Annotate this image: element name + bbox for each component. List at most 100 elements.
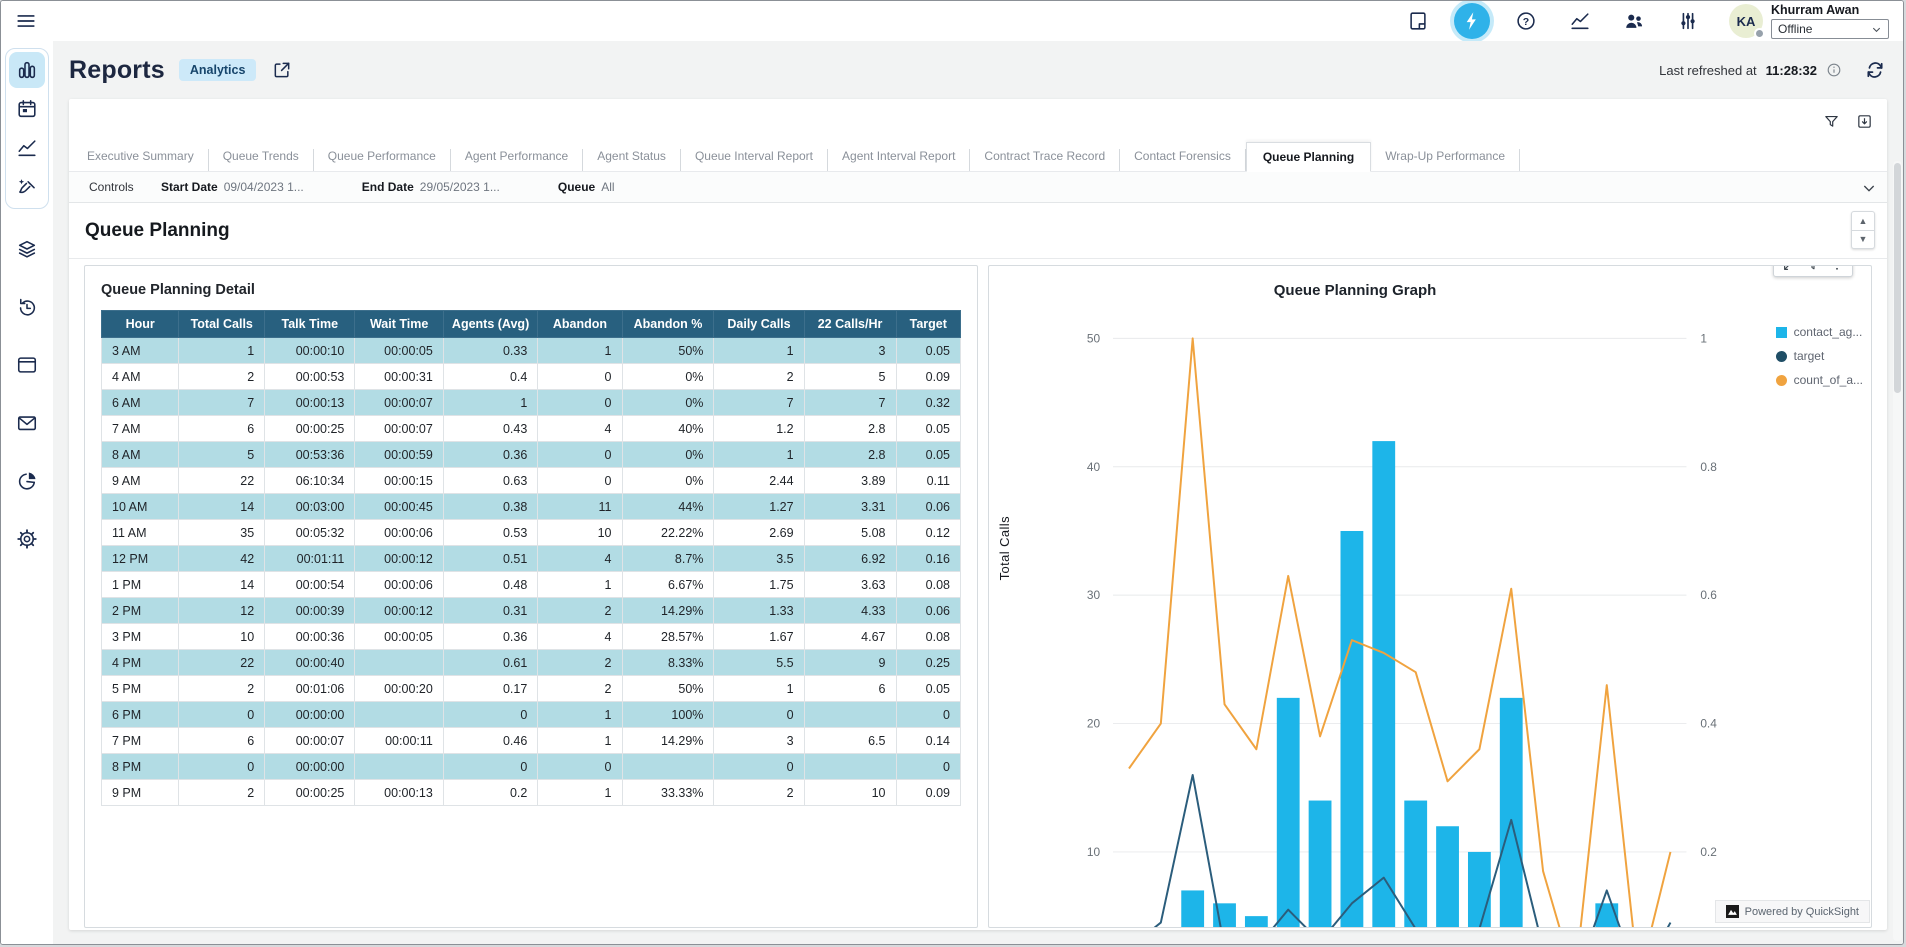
refresh-icon[interactable] (1865, 60, 1885, 80)
column-header-wait-time[interactable]: Wait Time (355, 311, 443, 338)
sidebar-item-metrics[interactable] (9, 130, 45, 166)
table-cell: 3 PM (102, 624, 179, 650)
table-cell: 0.61 (443, 650, 537, 676)
table-cell: 3.63 (804, 572, 896, 598)
table-cell: 10 (179, 624, 265, 650)
tab-queue-planning[interactable]: Queue Planning (1246, 142, 1371, 172)
table-cell: 00:00:00 (265, 702, 355, 728)
tab-queue-performance[interactable]: Queue Performance (314, 149, 451, 171)
column-header-talk-time[interactable]: Talk Time (265, 311, 355, 338)
flash-icon[interactable] (1454, 3, 1490, 39)
queue-planning-table: HourTotal CallsTalk TimeWait TimeAgents … (101, 310, 961, 806)
sidebar-item-pie-chart[interactable] (13, 467, 41, 495)
table-cell: 00:00:25 (265, 416, 355, 442)
table-cell: 0.12 (896, 520, 961, 546)
table-cell: 0 (538, 442, 622, 468)
metrics-icon[interactable] (1562, 3, 1598, 39)
table-cell: 6.67% (622, 572, 714, 598)
section-header: Queue Planning ▲ ▼ (69, 203, 1887, 259)
column-header-abandon[interactable]: Abandon (538, 311, 622, 338)
table-row: 12 PM4200:01:1100:00:120.5148.7%3.56.920… (102, 546, 961, 572)
tab-agent-performance[interactable]: Agent Performance (451, 149, 583, 171)
controls-collapse-chevron-icon[interactable] (1861, 180, 1877, 196)
sidebar-item-settings[interactable] (13, 525, 41, 553)
table-row: 10 AM1400:03:0000:00:450.381144%1.273.31… (102, 494, 961, 520)
help-icon[interactable]: ? (1508, 3, 1544, 39)
control-queue[interactable]: QueueAll (558, 180, 615, 194)
table-cell: 7 (714, 390, 804, 416)
sidebar-item-mail[interactable] (13, 409, 41, 437)
table-cell: 1 PM (102, 572, 179, 598)
export-download-icon[interactable] (1856, 113, 1873, 130)
table-row: 4 PM2200:00:400.6128.33%5.590.25 (102, 650, 961, 676)
legend-item-count-of-a-[interactable]: count_of_a... (1776, 372, 1863, 388)
column-header-hour[interactable]: Hour (102, 311, 179, 338)
sliders-icon[interactable] (1670, 3, 1706, 39)
table-cell (804, 702, 896, 728)
stepper-up-icon[interactable]: ▲ (1852, 212, 1874, 231)
table-cell: 1.75 (714, 572, 804, 598)
table-cell: 3.5 (714, 546, 804, 572)
table-cell: 0 (179, 754, 265, 780)
table-cell: 00:00:06 (355, 520, 443, 546)
filter-icon[interactable] (1823, 113, 1840, 130)
table-cell: 0 (538, 390, 622, 416)
column-header-target[interactable]: Target (896, 311, 961, 338)
tab-contract-trace-record[interactable]: Contract Trace Record (970, 149, 1120, 171)
table-cell: 0.4 (443, 364, 537, 390)
table-cell: 00:00:07 (355, 390, 443, 416)
table-row: 7 PM600:00:0700:00:110.46114.29%36.50.14 (102, 728, 961, 754)
sidebar-item-reports[interactable] (9, 52, 45, 88)
chevron-down-icon (1871, 24, 1882, 35)
users-icon[interactable] (1616, 3, 1652, 39)
avatar[interactable]: KA (1729, 4, 1763, 38)
table-cell: 1 (443, 390, 537, 416)
notes-icon[interactable] (1400, 3, 1436, 39)
legend-marker (1776, 351, 1787, 362)
table-cell: 0.16 (896, 546, 961, 572)
info-icon[interactable] (1826, 62, 1842, 78)
column-header-abandon-[interactable]: Abandon % (622, 311, 714, 338)
column-header-22-calls-hr[interactable]: 22 Calls/Hr (804, 311, 896, 338)
scrollbar-track[interactable] (1893, 161, 1902, 941)
table-cell: 9 (804, 650, 896, 676)
tab-agent-interval-report[interactable]: Agent Interval Report (828, 149, 970, 171)
external-link-icon[interactable] (272, 60, 292, 80)
sidebar-item-window[interactable] (13, 351, 41, 379)
user-block: Khurram Awan Offline (1771, 3, 1893, 39)
table-cell: 0 (538, 468, 622, 494)
sidebar-item-history[interactable] (13, 293, 41, 321)
svg-text:0.2: 0.2 (1700, 845, 1717, 859)
status-select[interactable]: Offline (1771, 19, 1889, 39)
control-start-date[interactable]: Start Date09/04/2023 1... (161, 180, 304, 194)
sidebar-item-calendar[interactable] (9, 91, 45, 127)
control-label: Queue (558, 180, 595, 194)
tab-queue-trends[interactable]: Queue Trends (209, 149, 314, 171)
column-header-daily-calls[interactable]: Daily Calls (714, 311, 804, 338)
table-cell: 8 PM (102, 754, 179, 780)
column-header-total-calls[interactable]: Total Calls (179, 311, 265, 338)
kebab-menu-icon[interactable] (1830, 265, 1844, 272)
column-header-agents-avg-[interactable]: Agents (Avg) (443, 311, 537, 338)
tab-contact-forensics[interactable]: Contact Forensics (1120, 149, 1246, 171)
sidebar-item-layers[interactable] (13, 235, 41, 263)
table-cell (355, 702, 443, 728)
expand-icon[interactable] (1782, 265, 1796, 272)
legend-item-contact-ag-[interactable]: contact_ag... (1776, 324, 1863, 340)
table-cell: 1 (714, 442, 804, 468)
filter-icon[interactable] (1806, 265, 1820, 272)
stepper-down-icon[interactable]: ▼ (1852, 231, 1874, 249)
table-cell: 1 (538, 702, 622, 728)
tab-executive-summary[interactable]: Executive Summary (73, 149, 209, 171)
hamburger-menu-icon[interactable] (13, 8, 39, 34)
table-cell: 6.92 (804, 546, 896, 572)
tab-wrap-up-performance[interactable]: Wrap-Up Performance (1371, 149, 1520, 171)
legend-item-target[interactable]: target (1776, 348, 1863, 364)
control-end-date[interactable]: End Date29/05/2023 1... (362, 180, 500, 194)
tab-agent-status[interactable]: Agent Status (583, 149, 681, 171)
sidebar-item-customize[interactable] (9, 169, 45, 205)
scrollbar-thumb[interactable] (1894, 163, 1901, 393)
tab-queue-interval-report[interactable]: Queue Interval Report (681, 149, 828, 171)
svg-text:30: 30 (1087, 588, 1101, 602)
svg-text:10: 10 (1087, 845, 1101, 859)
